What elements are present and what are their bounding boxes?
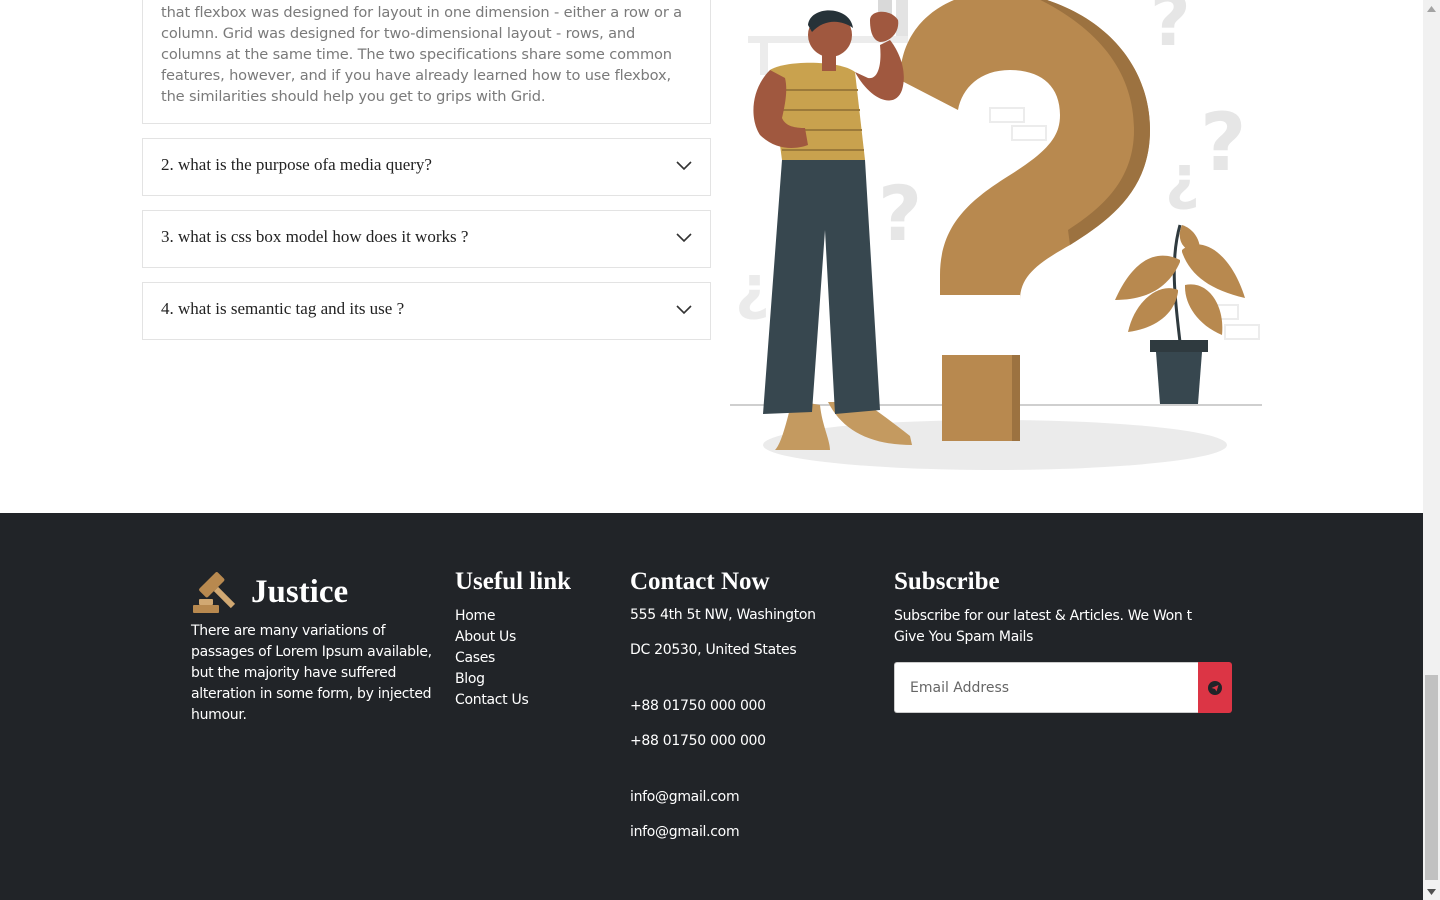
contact-address-line2: DC 20530, United States: [630, 642, 797, 658]
page: that flexbox was designed for layout in …: [0, 0, 1423, 900]
faq-item-media-query[interactable]: 2. what is the purpose ofa media query?: [142, 138, 711, 196]
contact-title: Contact Now: [630, 568, 770, 595]
email-field[interactable]: [894, 662, 1198, 713]
chevron-down-icon: [676, 161, 692, 171]
footer-link-contact-us[interactable]: Contact Us: [455, 690, 529, 711]
question-illustration: ? ? ? ? ?: [730, 0, 1262, 470]
footer-link-cases[interactable]: Cases: [455, 648, 528, 669]
footer-link-about-us[interactable]: About Us: [455, 627, 528, 648]
useful-links-title: Useful link: [455, 568, 572, 595]
brand-name: Justice: [251, 573, 349, 610]
subscribe-button[interactable]: [1198, 662, 1232, 713]
svg-text:?: ?: [1200, 96, 1246, 189]
contact-email-1[interactable]: info@gmail.com: [630, 789, 740, 805]
faq-question: 2. what is the purpose ofa media query?: [161, 155, 432, 174]
footer-link-blog[interactable]: Blog: [455, 669, 528, 690]
vertical-scrollbar[interactable]: [1423, 0, 1440, 900]
contact-phone-2[interactable]: +88 01750 000 000: [630, 733, 766, 749]
footer-link-home[interactable]: Home: [455, 606, 528, 627]
faq-answer-text: that flexbox was designed for layout in …: [161, 4, 682, 105]
subscribe-title: Subscribe: [894, 568, 1000, 595]
svg-text:?: ?: [1165, 150, 1200, 220]
faq-item-semantic-tag[interactable]: 4. what is semantic tag and its use ?: [142, 282, 711, 340]
footer-brand[interactable]: Justice: [191, 569, 348, 615]
send-icon: [1208, 680, 1222, 695]
faq-question: 4. what is semantic tag and its use ?: [161, 299, 405, 318]
chevron-down-icon: [676, 305, 692, 315]
scroll-down-arrow-icon[interactable]: [1423, 883, 1440, 900]
svg-text:?: ?: [1150, 0, 1191, 62]
contact-email-2[interactable]: info@gmail.com: [630, 824, 740, 840]
subscribe-form: [894, 662, 1232, 713]
contact-phone-1[interactable]: +88 01750 000 000: [630, 698, 766, 714]
chevron-down-icon: [676, 233, 692, 243]
subscribe-description: Subscribe for our latest & Articles. We …: [894, 608, 1192, 645]
faq-item-box-model[interactable]: 3. what is css box model how does it wor…: [142, 210, 711, 268]
brand-description: There are many variations of passages of…: [191, 623, 432, 723]
svg-text:?: ?: [878, 169, 922, 258]
site-footer: Justice There are many variations of pas…: [0, 513, 1423, 900]
gavel-icon: [193, 572, 236, 613]
contact-address-line1: 555 4th 5t NW, Washington: [630, 607, 816, 623]
svg-text:?: ?: [735, 260, 770, 330]
faq-answer-panel: that flexbox was designed for layout in …: [142, 0, 711, 124]
scroll-up-arrow-icon[interactable]: [1423, 0, 1440, 17]
scrollbar-thumb[interactable]: [1425, 675, 1438, 880]
faq-question: 3. what is css box model how does it wor…: [161, 227, 469, 246]
useful-links-list: Home About Us Cases Blog Contact Us: [455, 606, 529, 711]
